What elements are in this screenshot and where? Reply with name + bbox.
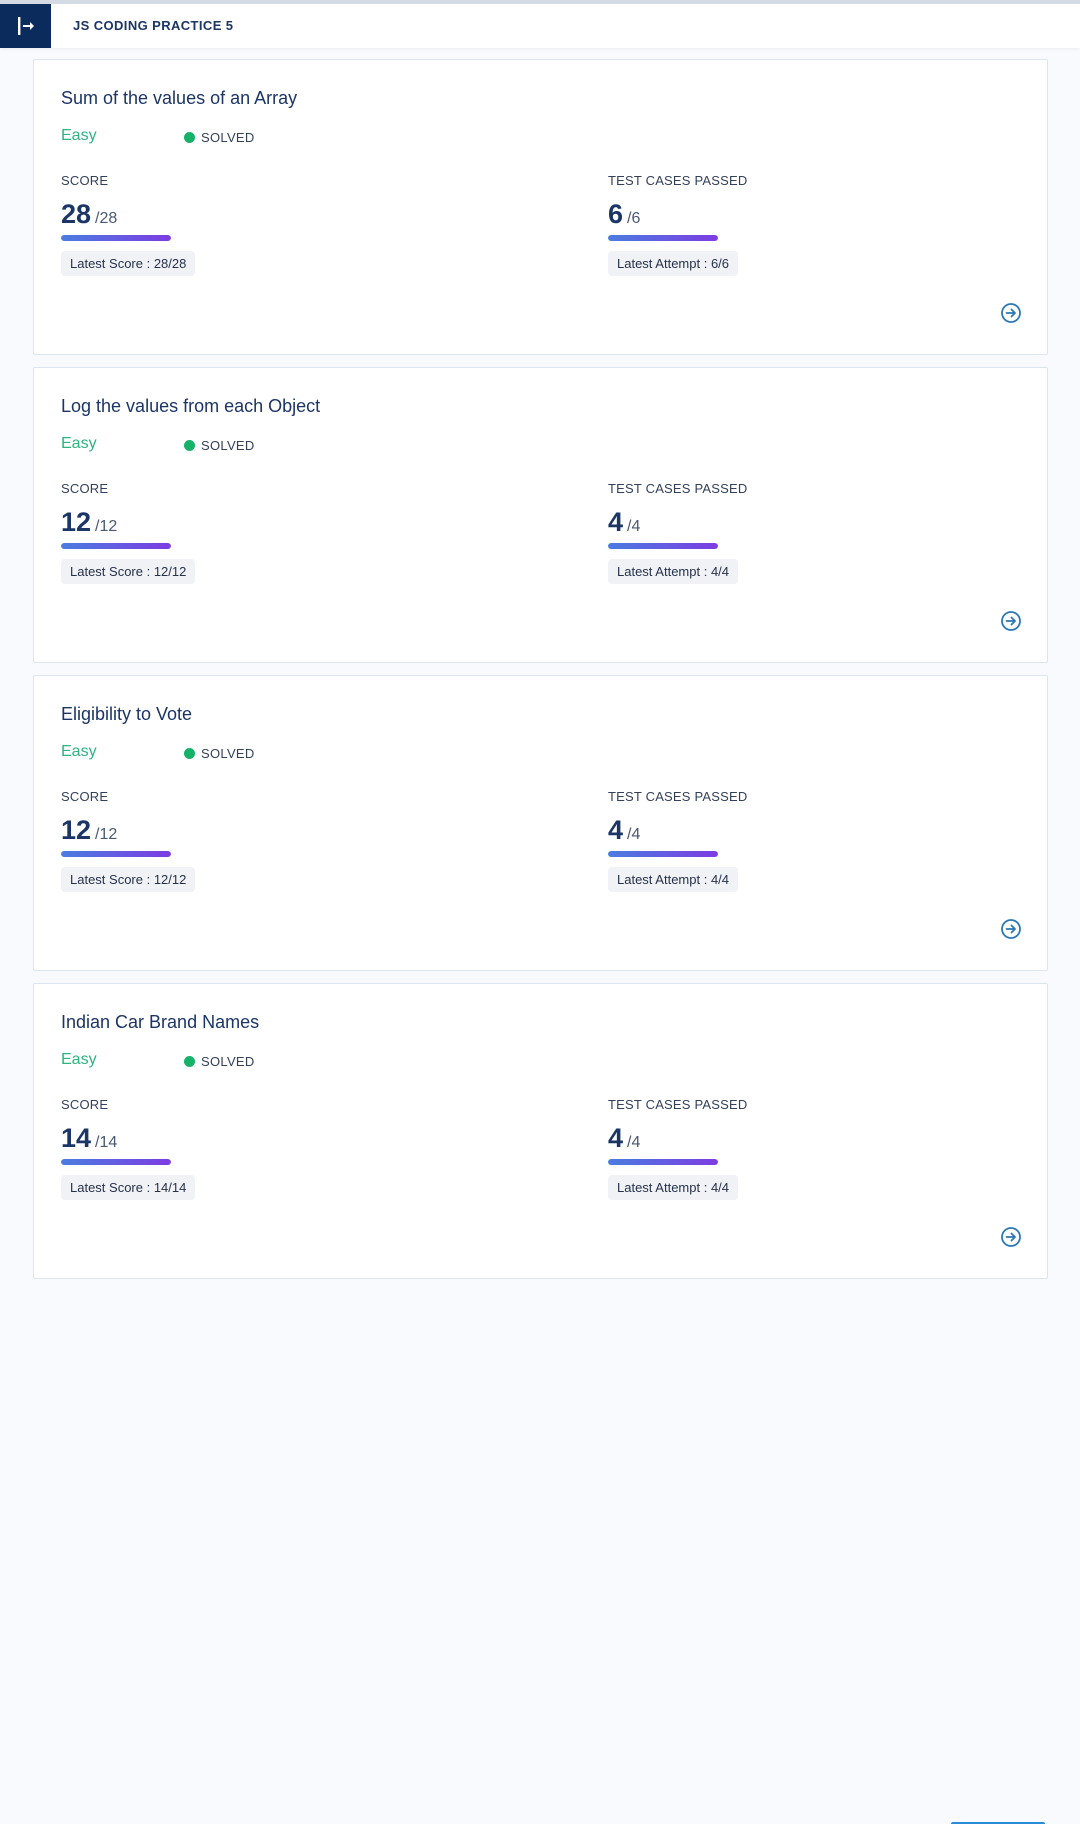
test-cases-value: 4 /4	[608, 815, 868, 846]
score-value: 12 /12	[61, 815, 321, 846]
solved-dot-icon	[184, 132, 195, 143]
difficulty-label: Easy	[61, 1051, 97, 1068]
question-card: Indian Car Brand Names Easy SOLVED SCORE…	[33, 983, 1048, 1279]
difficulty-label: Easy	[61, 743, 97, 760]
score-obtained: 14	[61, 1123, 92, 1153]
question-title: Sum of the values of an Array	[61, 88, 298, 108]
test-cases-total: /4	[627, 826, 641, 843]
score-progress-bar	[61, 1159, 171, 1165]
difficulty-label: Easy	[61, 127, 97, 144]
score-label: SCORE	[61, 481, 109, 496]
test-cases-passed: 6	[608, 199, 624, 229]
latest-attempt-chip: Latest Attempt : 4/4	[608, 559, 739, 584]
arrow-circle-right-icon[interactable]	[1000, 610, 1022, 632]
latest-score-chip: Latest Score : 28/28	[61, 251, 196, 276]
test-cases-passed: 4	[608, 507, 624, 537]
score-progress-bar	[61, 851, 171, 857]
status-badge: SOLVED	[184, 130, 255, 145]
score-section: SCORE 28 /28 Latest Score : 28/28	[61, 173, 321, 276]
score-label: SCORE	[61, 173, 109, 188]
score-progress-fill	[61, 851, 171, 857]
score-section: SCORE 12 /12 Latest Score : 12/12	[61, 789, 321, 892]
score-total: /14	[95, 1134, 118, 1151]
score-obtained: 28	[61, 199, 92, 229]
score-section: SCORE 14 /14 Latest Score : 14/14	[61, 1097, 321, 1200]
score-progress-bar	[61, 235, 171, 241]
latest-attempt-chip: Latest Attempt : 4/4	[608, 1175, 739, 1200]
score-total: /12	[95, 826, 118, 843]
test-cases-value: 4 /4	[608, 1123, 868, 1154]
status-text: SOLVED	[201, 130, 255, 145]
score-progress-fill	[61, 1159, 171, 1165]
top-header: JS CODING PRACTICE 5	[0, 0, 1080, 48]
test-cases-label: TEST CASES PASSED	[608, 789, 748, 804]
score-total: /28	[95, 210, 118, 227]
test-cases-section: TEST CASES PASSED 6 /6 Latest Attempt : …	[608, 173, 868, 276]
score-section: SCORE 12 /12 Latest Score : 12/12	[61, 481, 321, 584]
question-card: Log the values from each Object Easy SOL…	[33, 367, 1048, 663]
arrow-circle-right-icon[interactable]	[1000, 918, 1022, 940]
score-value: 12 /12	[61, 507, 321, 538]
solved-dot-icon	[184, 1056, 195, 1067]
score-value: 28 /28	[61, 199, 321, 230]
test-cases-progress-fill	[608, 1159, 718, 1165]
test-cases-progress-fill	[608, 543, 718, 549]
solved-dot-icon	[184, 440, 195, 451]
score-progress-bar	[61, 543, 171, 549]
question-title: Indian Car Brand Names	[61, 1012, 260, 1032]
solved-dot-icon	[184, 748, 195, 759]
test-cases-section: TEST CASES PASSED 4 /4 Latest Attempt : …	[608, 481, 868, 584]
latest-score-chip: Latest Score : 12/12	[61, 867, 196, 892]
latest-score-chip: Latest Score : 12/12	[61, 559, 196, 584]
test-cases-progress-bar	[608, 1159, 718, 1165]
test-cases-passed: 4	[608, 1123, 624, 1153]
score-total: /12	[95, 518, 118, 535]
latest-score-chip: Latest Score : 14/14	[61, 1175, 196, 1200]
score-progress-fill	[61, 543, 171, 549]
test-cases-label: TEST CASES PASSED	[608, 481, 748, 496]
score-label: SCORE	[61, 789, 109, 804]
test-cases-section: TEST CASES PASSED 4 /4 Latest Attempt : …	[608, 789, 868, 892]
question-card: Sum of the values of an Array Easy SOLVE…	[33, 59, 1048, 355]
arrow-circle-right-icon[interactable]	[1000, 302, 1022, 324]
page-title: JS CODING PRACTICE 5	[73, 18, 234, 33]
test-cases-value: 4 /4	[608, 507, 868, 538]
test-cases-progress-bar	[608, 851, 718, 857]
status-text: SOLVED	[201, 746, 255, 761]
status-text: SOLVED	[201, 438, 255, 453]
test-cases-label: TEST CASES PASSED	[608, 1097, 748, 1112]
score-progress-fill	[61, 235, 171, 241]
test-cases-total: /4	[627, 1134, 641, 1151]
test-cases-value: 6 /6	[608, 199, 868, 230]
test-cases-progress-bar	[608, 543, 718, 549]
test-cases-total: /6	[627, 210, 641, 227]
score-obtained: 12	[61, 815, 92, 845]
test-cases-label: TEST CASES PASSED	[608, 173, 748, 188]
test-cases-passed: 4	[608, 815, 624, 845]
question-card: Eligibility to Vote Easy SOLVED SCORE 12…	[33, 675, 1048, 971]
sidebar-expand-icon[interactable]	[0, 4, 51, 48]
score-label: SCORE	[61, 1097, 109, 1112]
status-badge: SOLVED	[184, 438, 255, 453]
status-badge: SOLVED	[184, 1054, 255, 1069]
question-title: Eligibility to Vote	[61, 704, 193, 724]
latest-attempt-chip: Latest Attempt : 6/6	[608, 251, 739, 276]
status-badge: SOLVED	[184, 746, 255, 761]
question-title: Log the values from each Object	[61, 396, 321, 416]
score-obtained: 12	[61, 507, 92, 537]
test-cases-total: /4	[627, 518, 641, 535]
difficulty-label: Easy	[61, 435, 97, 452]
arrow-circle-right-icon[interactable]	[1000, 1226, 1022, 1248]
test-cases-progress-fill	[608, 851, 718, 857]
status-text: SOLVED	[201, 1054, 255, 1069]
test-cases-section: TEST CASES PASSED 4 /4 Latest Attempt : …	[608, 1097, 868, 1200]
score-value: 14 /14	[61, 1123, 321, 1154]
latest-attempt-chip: Latest Attempt : 4/4	[608, 867, 739, 892]
test-cases-progress-fill	[608, 235, 718, 241]
test-cases-progress-bar	[608, 235, 718, 241]
question-list: Sum of the values of an Array Easy SOLVE…	[33, 59, 1048, 1291]
